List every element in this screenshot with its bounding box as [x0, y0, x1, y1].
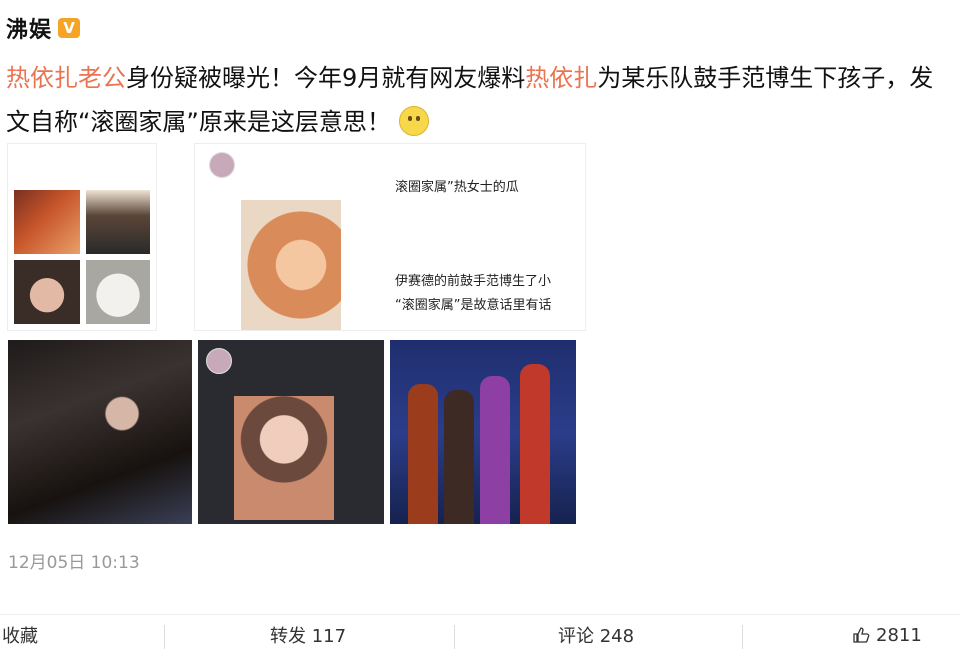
thumbs-up-icon	[853, 627, 870, 643]
like-button[interactable]: 2811	[852, 615, 922, 655]
band-member	[520, 364, 550, 524]
photo-face	[14, 260, 80, 324]
post-text-segment: 身份疑被曝光！今年9月就有网友爆料	[126, 64, 526, 92]
topic-link[interactable]: 热依扎老公	[6, 64, 126, 92]
photo-cat	[86, 260, 150, 324]
portrait-drummer	[8, 340, 192, 524]
post-text: 热依扎老公身份疑被曝光！今年9月就有网友爆料热依扎为某乐队鼓手范博生下孩子，发文…	[6, 56, 956, 144]
author-name[interactable]: 沸娱	[6, 12, 52, 44]
post-image-3[interactable]	[8, 340, 192, 524]
photo-selfie	[234, 396, 334, 520]
post-image-5[interactable]	[390, 340, 576, 524]
comment-label: 评论 248	[558, 626, 635, 647]
comment-button[interactable]: 评论 248	[558, 615, 634, 655]
divider	[164, 625, 165, 649]
like-count: 2811	[876, 624, 922, 646]
favorite-label: 收藏	[2, 626, 38, 647]
topic-link[interactable]: 热依扎	[525, 64, 597, 92]
band-member	[480, 376, 510, 524]
action-bar: 收藏 转发 117 评论 248 2811	[0, 614, 960, 655]
post-header: 沸娱 V	[6, 12, 81, 44]
post-image-4[interactable]	[198, 340, 384, 524]
post-timestamp[interactable]: 12月05日 10:13	[8, 548, 140, 573]
photo-child	[241, 200, 341, 330]
avatar	[206, 348, 232, 374]
divider	[454, 625, 455, 649]
verified-badge-icon: V	[58, 18, 81, 38]
thinking-face-icon	[398, 106, 429, 136]
post-image-2[interactable]: 滚圈家属”热女士的瓜 伊赛德的前鼓手范博生了小 “滚圈家属”是故意话里有话	[195, 144, 585, 330]
repost-label: 转发 117	[270, 626, 347, 647]
screenshot-text-line: “滚圈家属”是故意话里有话	[395, 298, 552, 313]
avatar	[209, 152, 235, 178]
screenshot-text-line: 伊赛德的前鼓手范博生了小	[395, 274, 552, 289]
favorite-button[interactable]: 收藏	[2, 615, 38, 655]
band-member	[408, 384, 438, 524]
screenshot-text-line: 滚圈家属”热女士的瓜	[395, 180, 519, 195]
photo-woman	[86, 190, 150, 254]
repost-button[interactable]: 转发 117	[270, 615, 346, 655]
divider	[742, 625, 743, 649]
band-member	[444, 390, 474, 524]
post-image-1[interactable]	[8, 144, 156, 330]
photo-mother-child	[14, 190, 80, 254]
